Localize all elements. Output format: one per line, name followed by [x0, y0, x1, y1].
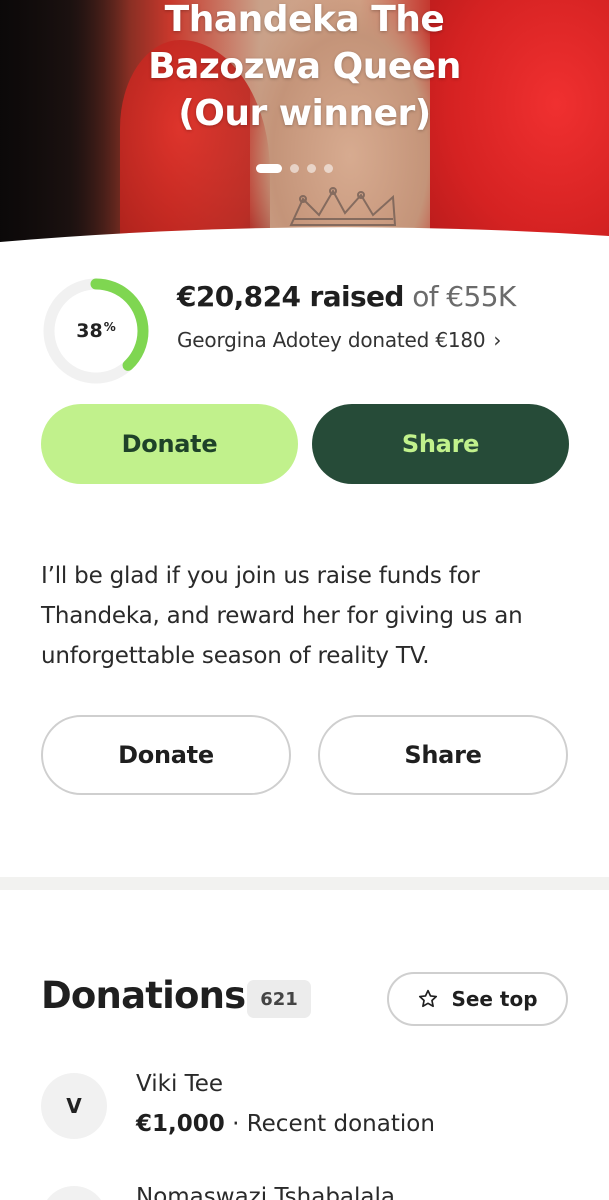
see-top-label: See top — [451, 987, 538, 1011]
meta-separator: · — [224, 1111, 247, 1137]
carousel-dot[interactable] — [324, 164, 333, 173]
donations-count-badge: 621 — [247, 980, 311, 1018]
raised-amount: €20,824 raised — [177, 280, 404, 313]
campaign-title: Thandeka The Bazozwa Queen (Our winner) — [0, 0, 609, 137]
percent-sign: % — [103, 320, 116, 334]
donor-amount: €1,000 — [136, 1111, 225, 1137]
share-button-label: Share — [401, 430, 480, 458]
donate-button-secondary[interactable]: Donate — [41, 715, 291, 795]
star-icon — [419, 989, 438, 1008]
progress-percent-number: 38 — [76, 320, 103, 342]
section-divider — [0, 877, 609, 890]
campaign-description: I’ll be glad if you join us raise funds … — [41, 563, 523, 669]
donor-donation-meta: €1,000 · Recent donation — [136, 1111, 435, 1137]
campaign-title-line: Bazozwa Queen — [148, 46, 461, 87]
donor-avatar: N — [41, 1186, 107, 1200]
campaign-title-line: Thandeka The — [164, 0, 445, 40]
donate-button-label: Donate — [118, 741, 214, 769]
donor-name: Viki Tee — [136, 1071, 224, 1097]
donate-button[interactable]: Donate — [41, 404, 298, 484]
share-button-label: Share — [404, 741, 482, 769]
share-button[interactable]: Share — [312, 404, 569, 484]
donor-name: Nomaswazi Tshabalala — [136, 1184, 395, 1200]
donation-note: Recent donation — [246, 1111, 435, 1137]
carousel-indicator — [256, 164, 333, 173]
campaign-title-line: (Our winner) — [178, 93, 431, 134]
donor-avatar: V — [41, 1073, 107, 1139]
hero-bottom-curve — [0, 227, 609, 250]
recent-donation-link[interactable]: Georgina Adotey donated €180 › — [177, 328, 501, 352]
see-top-button[interactable]: See top — [387, 972, 568, 1026]
carousel-dot-active[interactable] — [256, 164, 282, 173]
hero-banner[interactable]: Thandeka The Bazozwa Queen (Our winner) — [0, 0, 609, 250]
donate-button-label: Donate — [121, 430, 218, 458]
raised-summary: €20,824 raised of €55K — [177, 280, 516, 313]
carousel-dot[interactable] — [307, 164, 316, 173]
carousel-dot[interactable] — [290, 164, 299, 173]
progress-percent: 38% — [41, 276, 151, 386]
recent-donation-text: Georgina Adotey donated €180 — [177, 328, 486, 352]
goal-amount: of €55K — [412, 280, 516, 313]
chevron-right-icon: › — [493, 328, 502, 352]
share-button-secondary[interactable]: Share — [318, 715, 568, 795]
donations-heading: Donations — [41, 974, 246, 1017]
